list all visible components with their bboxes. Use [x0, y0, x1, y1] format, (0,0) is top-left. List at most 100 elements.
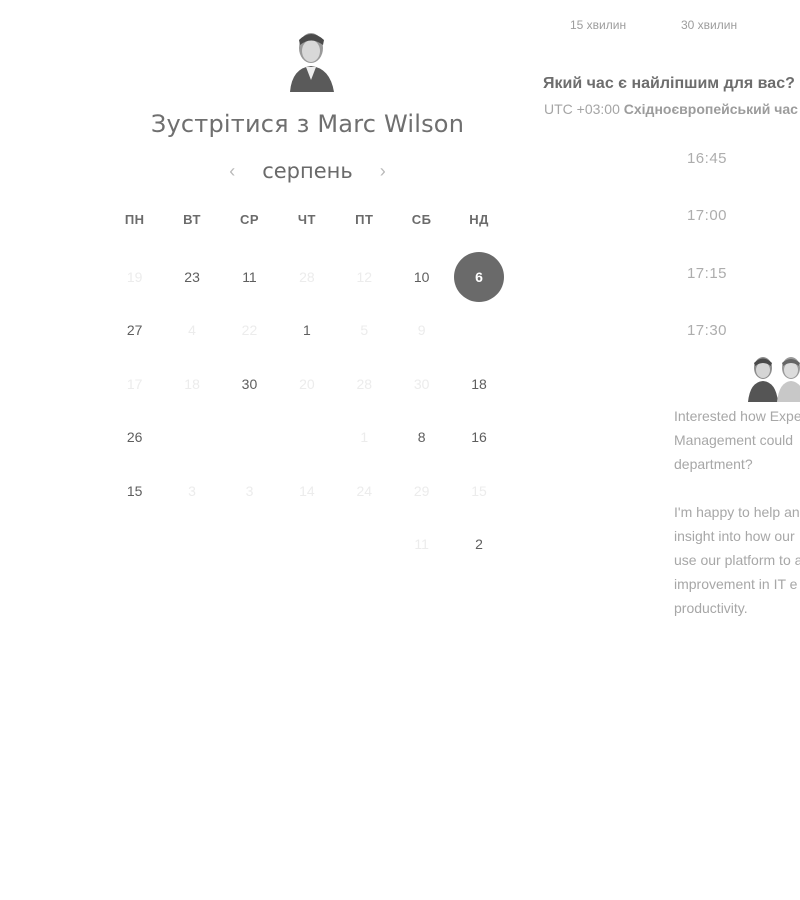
calendar-day[interactable]: 8: [393, 411, 450, 465]
timezone-offset: UTC +03:00: [544, 101, 620, 117]
calendar-day-number: [339, 519, 389, 569]
calendar-day[interactable]: 15: [106, 464, 163, 518]
calendar-day: 18: [163, 357, 220, 411]
calendar-day-number: 28: [299, 268, 315, 285]
calendar-day: 28: [278, 250, 335, 304]
calendar-day: 14: [278, 464, 335, 518]
duration-30-option[interactable]: 30 хвилин: [681, 18, 737, 32]
calendar-day-number: [224, 519, 274, 569]
calendar-day-number: [282, 519, 332, 569]
weekday-label: СР: [239, 212, 259, 227]
calendar-day: 29: [393, 464, 450, 518]
timezone-selector[interactable]: UTC +03:00 Східноєвропейський час: [544, 101, 798, 117]
calendar-day[interactable]: 26: [106, 411, 163, 465]
calendar-day-number: 17: [126, 375, 143, 392]
calendar-day: [106, 518, 163, 572]
calendar-day: 24: [336, 464, 393, 518]
calendar-week: 19 23 11 28 12 10 6: [106, 250, 508, 304]
calendar-day-number: 12: [356, 268, 373, 285]
calendar-week: 27 4 22 1 5 9: [106, 304, 508, 358]
calendar-day-number: 16: [471, 429, 487, 446]
description-line: insight into how our: [674, 528, 795, 544]
calendar-day-number: 18: [471, 375, 487, 392]
month-label: серпень: [262, 159, 353, 183]
weekday-label: ПН: [124, 212, 145, 227]
calendar-day-number: [454, 305, 504, 355]
calendar-day: 28: [336, 357, 393, 411]
calendar-day[interactable]: 23: [163, 250, 220, 304]
calendar-day-number: [110, 519, 160, 569]
calendar-day-number: 3: [245, 482, 254, 499]
calendar-day: 9: [393, 304, 450, 358]
calendar-day: [221, 411, 278, 465]
calendar-day-number: 15: [471, 482, 487, 499]
calendar-day: 3: [163, 464, 220, 518]
calendar-day-number: 27: [126, 322, 143, 339]
calendar-day-number: 30: [241, 375, 258, 392]
calendar-day-number: 11: [414, 536, 429, 553]
calendar-day: 30: [393, 357, 450, 411]
calendar-day: 1: [336, 411, 393, 465]
host-avatar: [284, 26, 340, 92]
calendar-day: [163, 518, 220, 572]
calendar-day-number: 28: [356, 375, 373, 392]
calendar-week: 15 3 3 14 24 29 15: [106, 464, 508, 518]
weekday-label: ЧТ: [297, 212, 316, 227]
weekday-label: ПТ: [355, 212, 374, 227]
calendar-day[interactable]: 10: [393, 250, 450, 304]
calendar-day[interactable]: 2: [450, 518, 507, 572]
timezone-name: Східноєвропейський час: [623, 101, 798, 117]
calendar-day[interactable]: 30: [221, 357, 278, 411]
calendar-day: 22: [221, 304, 278, 358]
calendar-day-number: 11: [242, 268, 257, 285]
calendar-day-number: 5: [360, 322, 369, 339]
calendar-day-number: 23: [184, 268, 200, 285]
calendar-day: [450, 304, 507, 358]
calendar-week: 11 2: [106, 518, 508, 572]
time-slot[interactable]: 17:00: [650, 201, 764, 258]
calendar-week: 17 18 30 20 28 30 18: [106, 357, 508, 411]
calendar-day[interactable]: 18: [450, 357, 507, 411]
calendar-day: [221, 518, 278, 572]
calendar-day: 4: [163, 304, 220, 358]
calendar-day[interactable]: 27: [106, 304, 163, 358]
calendar-day: [278, 411, 335, 465]
calendar-day-number: [167, 519, 217, 569]
time-slot[interactable]: 17:15: [650, 259, 764, 316]
chevron-left-icon[interactable]: ‹: [224, 162, 240, 180]
calendar-day-number: 29: [413, 482, 430, 499]
weekday-label: НД: [469, 212, 489, 227]
calendar-day[interactable]: 1: [278, 304, 335, 358]
calendar-week: 26 1 8 16: [106, 411, 508, 465]
calendar-day: [336, 518, 393, 572]
calendar-day-number: 15: [126, 482, 143, 499]
calendar-day-number: 30: [413, 375, 430, 392]
time-slot-list: 16:45 17:00 17:15 17:30: [650, 144, 764, 374]
calendar-grid: ПН ВТ СР ЧТ ПТ СБ НД 19 23 11 28 12 10 6 27 4 22 1…: [106, 212, 508, 571]
calendar-day: 19: [106, 250, 163, 304]
calendar-day: [278, 518, 335, 572]
calendar-day-number: 20: [299, 375, 315, 392]
time-slot[interactable]: 16:45: [650, 144, 764, 201]
calendar-weeks: 19 23 11 28 12 10 6 27 4 22 1 5 9 17 18 30 20 28 30 18 26 1 8 1…: [106, 250, 508, 571]
calendar-day-number: [282, 412, 332, 462]
weekday-label: СБ: [411, 212, 432, 227]
chevron-right-icon[interactable]: ›: [375, 162, 391, 180]
calendar-day-number: 9: [417, 322, 426, 339]
calendar-day-selected[interactable]: 6: [450, 250, 507, 304]
description-line: I'm happy to help an: [674, 504, 800, 520]
calendar-day-number: 22: [241, 322, 258, 339]
calendar-day: [163, 411, 220, 465]
calendar-day-number: 3: [188, 482, 196, 499]
calendar-day: 15: [450, 464, 507, 518]
calendar-day-number: 4: [188, 322, 196, 339]
calendar-day-number: 2: [475, 536, 483, 553]
person-portrait-icon: [290, 33, 334, 92]
duration-15-option[interactable]: 15 хвилин: [570, 18, 626, 32]
calendar-day-number: 19: [126, 268, 143, 285]
meeting-description: Interested how Expe Management could dep…: [674, 404, 800, 620]
calendar-day[interactable]: 16: [450, 411, 507, 465]
description-line: Management could: [674, 432, 794, 448]
calendar-day[interactable]: 11: [221, 250, 278, 304]
weekday-header: ПН ВТ СР ЧТ ПТ СБ НД: [106, 212, 508, 238]
